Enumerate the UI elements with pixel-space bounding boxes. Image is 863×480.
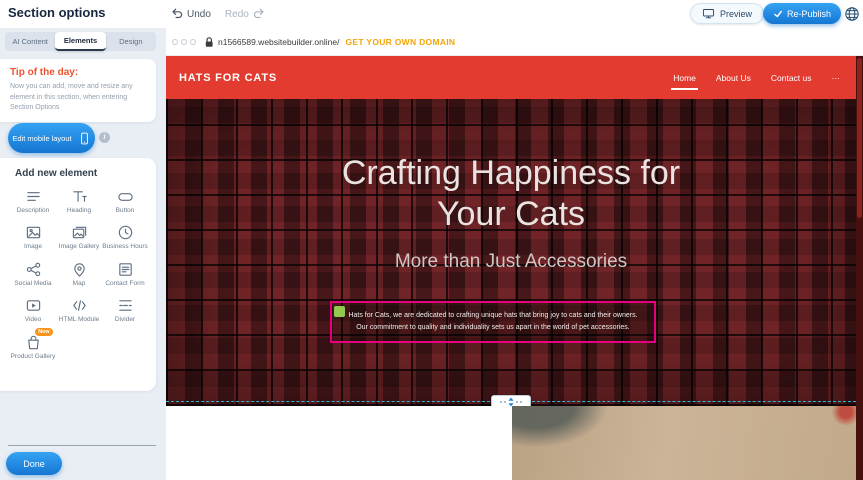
tip-of-the-day-card: Tip of the day: Now you can add, move an… [0,59,156,122]
sidebar-divider [8,445,156,446]
tip-title: Tip of the day: [10,67,146,78]
description-icon [25,188,42,205]
element-tile-video[interactable]: Video [10,297,56,324]
element-tile-image[interactable]: Image [10,224,56,251]
business-hours-icon [117,224,134,241]
element-drag-handle[interactable] [334,306,345,317]
sand-cat-photo [512,406,856,480]
info-icon[interactable]: i [99,132,110,143]
browser-address-bar: n1566589.websitebuilder.online/ GET YOUR… [166,28,863,56]
done-button[interactable]: Done [6,452,62,475]
heading-icon [71,188,88,205]
next-section[interactable] [166,406,856,480]
element-tile-product-gallery[interactable]: New Product Gallery [10,334,56,361]
resize-arrows-icon [498,397,524,407]
preview-label: Preview [720,9,752,19]
html-code-icon [71,297,88,314]
site-url: n1566589.websitebuilder.online/ [218,37,339,47]
hero-heading[interactable]: Crafting Happiness for Your Cats [311,99,711,235]
element-tile-description[interactable]: Description [10,188,56,215]
page-title: Section options [8,5,106,20]
element-tile-contact-form[interactable]: Contact Form [102,261,148,288]
window-dot [172,39,178,45]
history-controls: Undo Redo [170,0,266,28]
tab-design[interactable]: Design [106,32,156,51]
nav-contact-us[interactable]: Contact us [771,73,812,83]
site-preview: HATS FOR CATS Home About Us Contact us ·… [166,56,856,480]
contact-form-icon [117,261,134,278]
lock-icon [204,36,214,48]
language-globe-button[interactable] [844,6,860,22]
undo-button[interactable]: Undo [170,7,211,21]
scrollbar-thumb[interactable] [857,58,862,218]
edit-mobile-label: Edit mobile layout [12,134,71,143]
image-gallery-icon [71,224,88,241]
map-pin-icon [71,261,88,278]
sidebar: AI Content Elements Design Tip of the da… [0,28,166,480]
element-tile-html-module[interactable]: HTML Module [56,297,102,324]
redo-button[interactable]: Redo [225,7,266,21]
element-tile-social-media[interactable]: Social Media [10,261,56,288]
element-tile-heading[interactable]: Heading [56,188,102,215]
republish-label: Re-Publish [787,9,831,19]
divider-icon [117,297,134,314]
site-nav: Home About Us Contact us ··· [673,73,840,83]
image-icon [25,224,42,241]
element-tile-map[interactable]: Map [56,261,102,288]
selected-text-element[interactable]: Hats for Cats, we are dedicated to craft… [330,301,656,343]
window-dot [190,39,196,45]
new-badge: New [35,328,52,336]
element-tile-button[interactable]: Button [102,188,148,215]
globe-icon [844,6,860,22]
window-dot [181,39,187,45]
check-icon [773,9,783,19]
window-dots [172,39,196,45]
tab-elements[interactable]: Elements [55,32,105,51]
hero-paragraph: Hats for Cats, we are dedicated to craft… [342,310,644,334]
nav-about-us[interactable]: About Us [716,73,751,83]
preview-button[interactable]: Preview [690,3,764,24]
top-toolbar: Section options Undo Redo Preview Re-Pub… [0,0,863,28]
monitor-icon [702,7,715,20]
edit-mobile-layout-button[interactable]: Edit mobile layout [8,123,95,153]
social-media-icon [25,261,42,278]
nav-more-ellipsis[interactable]: ··· [832,73,841,83]
element-tile-image-gallery[interactable]: Image Gallery [56,224,102,251]
video-icon [25,297,42,314]
undo-label: Undo [187,9,211,20]
product-gallery-icon: New [25,334,42,351]
add-element-title: Add new element [0,168,156,179]
site-scrollbar[interactable] [856,56,863,480]
element-grid: Description Heading Button Image Image G… [0,179,156,361]
element-tile-business-hours[interactable]: Business Hours [102,224,148,251]
hero-section[interactable]: Crafting Happiness for Your Cats More th… [166,99,856,406]
add-element-panel: Add new element Description Heading Butt… [0,158,156,391]
republish-button[interactable]: Re-Publish [763,3,841,24]
button-icon [117,188,134,205]
hero-subheading[interactable]: More than Just Accessories [166,251,856,273]
tip-body: Now you can add, move and resize any ele… [10,82,146,114]
site-header: HATS FOR CATS Home About Us Contact us ·… [166,56,856,99]
redo-label: Redo [225,9,249,20]
undo-icon [170,7,184,21]
element-tile-divider[interactable]: Divider [102,297,148,324]
get-own-domain-link[interactable]: GET YOUR OWN DOMAIN [345,37,455,47]
site-logo[interactable]: HATS FOR CATS [179,72,277,84]
tab-ai-content[interactable]: AI Content [5,32,55,51]
sidebar-tabs: AI Content Elements Design [5,32,156,51]
nav-home[interactable]: Home [673,73,696,83]
redo-icon [252,7,266,21]
phone-icon [78,131,91,146]
